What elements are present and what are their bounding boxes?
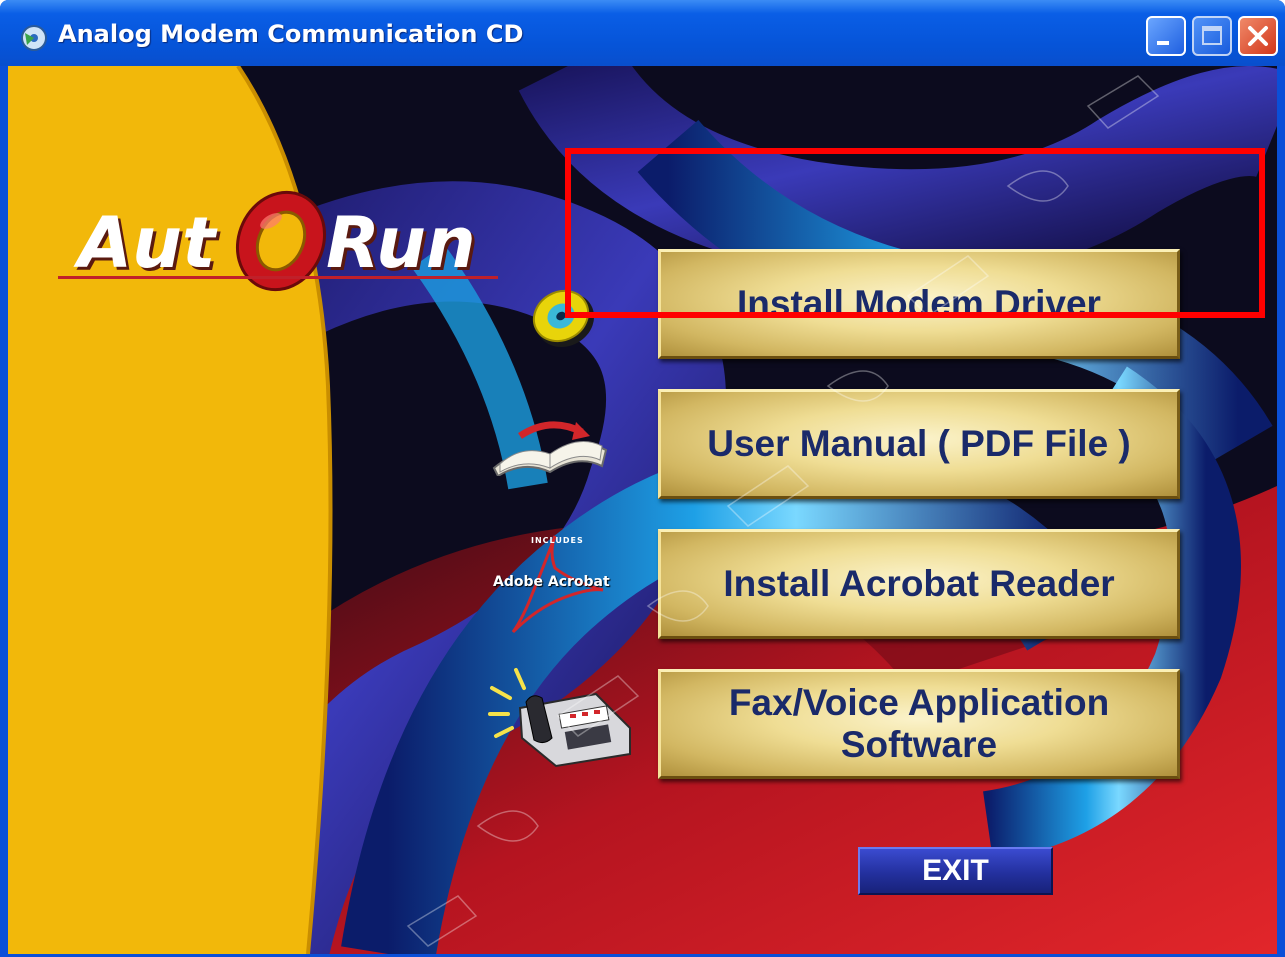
fax-machine-icon: [488, 668, 631, 768]
autorun-content: Aut Run INCLUDES Adobe Acrobat Install M…: [8, 66, 1277, 954]
app-icon: [21, 25, 47, 51]
close-button[interactable]: [1238, 16, 1278, 56]
button-label: User Manual ( PDF File ): [707, 423, 1131, 464]
minimize-icon: [1157, 41, 1169, 45]
open-book-icon: [492, 421, 608, 476]
fax-voice-application-software-button[interactable]: Fax/Voice Application Software: [658, 669, 1180, 779]
install-acrobat-reader-button[interactable]: Install Acrobat Reader: [658, 529, 1180, 639]
cd-disc-icon: [532, 289, 595, 348]
acrobat-includes-text: INCLUDES: [531, 536, 584, 545]
autorun-logo: Aut Run: [58, 166, 498, 296]
close-icon: [1248, 26, 1268, 46]
logo-o-icon: [235, 190, 327, 292]
minimize-button[interactable]: [1146, 16, 1186, 56]
logo-underline: [58, 276, 498, 279]
logo-text-right: Run: [326, 202, 476, 284]
adobe-acrobat-icon: INCLUDES Adobe Acrobat: [493, 528, 613, 638]
logo-text-left: Aut: [78, 202, 216, 284]
button-label-line2: Software: [840, 724, 998, 765]
autorun-window: Analog Modem Communication CD Aut Run IN…: [0, 0, 1285, 957]
exit-button[interactable]: EXIT: [858, 847, 1053, 895]
window-title: Analog Modem Communication CD: [58, 20, 524, 48]
button-label: Install Modem Driver: [737, 283, 1101, 324]
install-modem-driver-button[interactable]: Install Modem Driver: [658, 249, 1180, 359]
maximize-button[interactable]: [1192, 16, 1232, 56]
button-label: Install Acrobat Reader: [723, 563, 1115, 604]
user-manual-pdf-button[interactable]: User Manual ( PDF File ): [658, 389, 1180, 499]
button-label-line1: Fax/Voice Application: [728, 682, 1110, 723]
maximize-icon: [1202, 26, 1222, 45]
acrobat-label-text: Adobe Acrobat: [493, 574, 610, 590]
title-bar[interactable]: Analog Modem Communication CD: [0, 0, 1285, 76]
